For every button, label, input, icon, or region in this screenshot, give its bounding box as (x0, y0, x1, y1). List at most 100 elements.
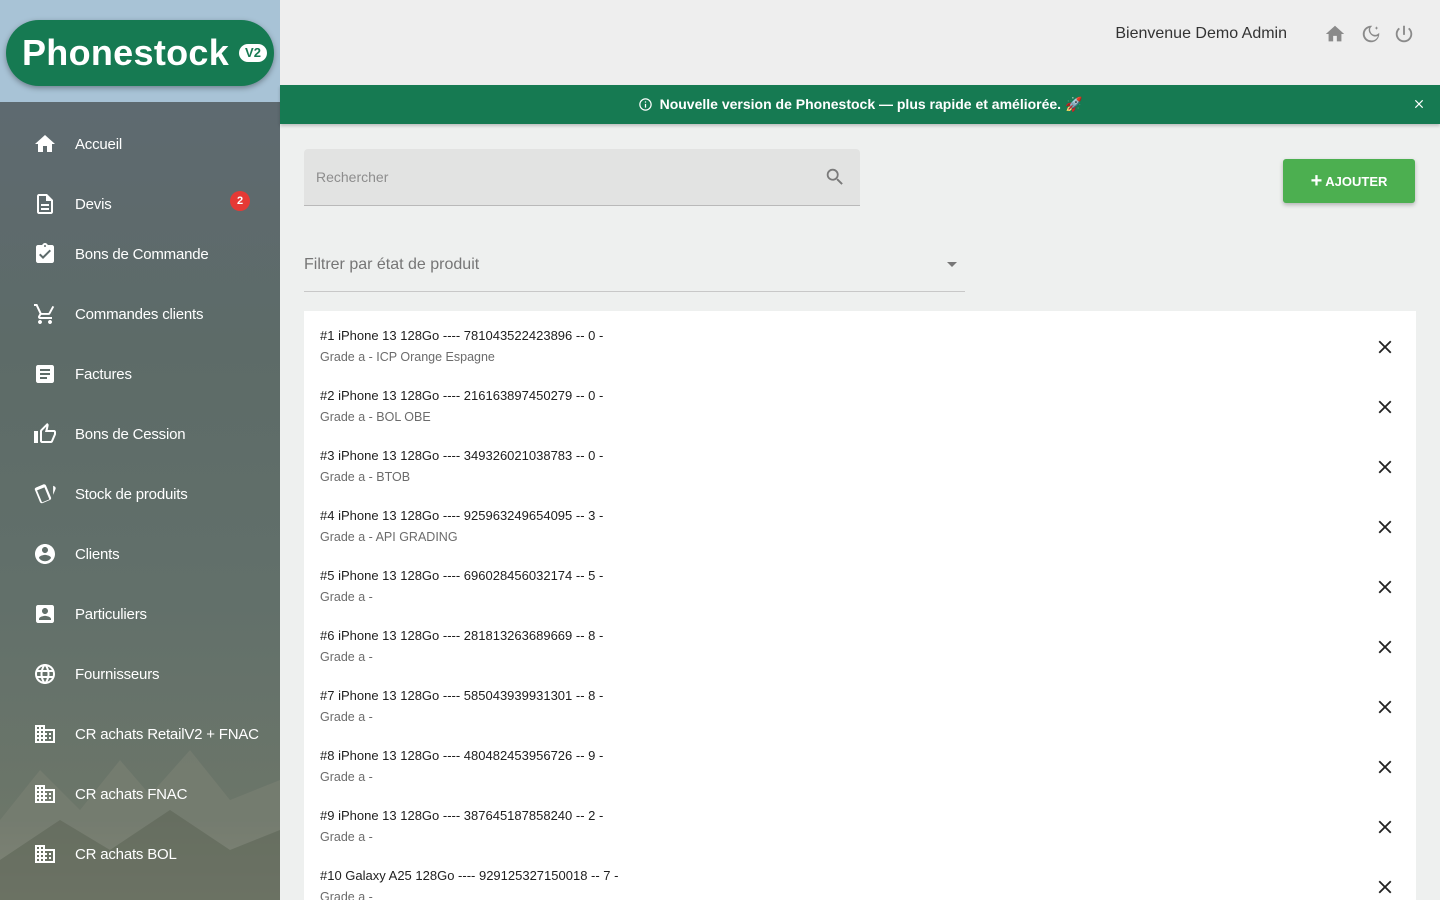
filter-label: Filtrer par état de produit (304, 256, 480, 273)
cards-icon (33, 482, 57, 506)
sidebar-item-cr-achats-retailv2-fnac[interactable]: CR achats RetailV2 + FNAC (0, 709, 280, 759)
sidebar-item-label: Particuliers (75, 605, 147, 623)
thumb-up-icon (33, 422, 57, 446)
delete-icon[interactable] (1374, 636, 1396, 658)
list-item[interactable]: #9 iPhone 13 128Go ---- 387645187858240 … (304, 791, 1416, 851)
delete-icon[interactable] (1374, 396, 1396, 418)
list-item[interactable]: #10 Galaxy A25 128Go ---- 92912532715001… (304, 851, 1416, 900)
list-item[interactable]: #6 iPhone 13 128Go ---- 281813263689669 … (304, 611, 1416, 671)
product-title: #10 Galaxy A25 128Go ---- 92912532715001… (320, 868, 619, 883)
chevron-down-icon (947, 262, 957, 267)
sidebar: Phonestock V2 Accueil Devis Bons de Comm… (0, 0, 280, 900)
cart-icon (33, 302, 57, 326)
sidebar-item-label: CR achats BOL (75, 845, 177, 863)
logo-text: Phonestock (22, 32, 230, 73)
sidebar-item-label: Fournisseurs (75, 665, 160, 683)
sidebar-item-commandes-clients[interactable]: Commandes clients (0, 289, 280, 339)
plus-icon: + (1310, 170, 1323, 192)
sidebar-item-fournisseurs[interactable]: Fournisseurs (0, 649, 280, 699)
sidebar-item-label: Factures (75, 365, 132, 383)
delete-icon[interactable] (1374, 456, 1396, 478)
product-subtitle: Grade a - BOL OBE (320, 410, 431, 424)
search-input[interactable] (316, 165, 796, 189)
delete-icon[interactable] (1374, 336, 1396, 358)
sidebar-item-label: Accueil (75, 135, 122, 153)
sidebar-item-clients[interactable]: Clients (0, 529, 280, 579)
add-button[interactable]: + AJOUTER (1283, 159, 1415, 203)
sidebar-item-label: Bons de Cession (75, 425, 186, 443)
top-bar: Bienvenue Demo Admin (280, 0, 1440, 85)
sidebar-item-label: CR achats RetailV2 + FNAC (75, 725, 259, 743)
sidebar-item-cr-achats-bol[interactable]: CR achats BOL (0, 829, 280, 879)
search-icon[interactable] (824, 166, 846, 188)
product-title: #2 iPhone 13 128Go ---- 216163897450279 … (320, 388, 604, 403)
delete-icon[interactable] (1374, 516, 1396, 538)
sidebar-item-label: Stock de produits (75, 485, 188, 503)
product-subtitle: Grade a - (320, 650, 373, 664)
search-field (304, 149, 860, 206)
logo-area: Phonestock V2 (0, 0, 280, 102)
welcome-text: Bienvenue Demo Admin (1115, 25, 1287, 42)
delete-icon[interactable] (1374, 876, 1396, 898)
list-item[interactable]: #8 iPhone 13 128Go ---- 480482453956726 … (304, 731, 1416, 791)
list-item[interactable]: #3 iPhone 13 128Go ---- 349326021038783 … (304, 431, 1416, 491)
building-icon (33, 842, 57, 866)
list-item[interactable]: #4 iPhone 13 128Go ---- 925963249654095 … (304, 491, 1416, 551)
sidebar-item-label: Bons de Commande (75, 245, 209, 263)
contact-card-icon (33, 602, 57, 626)
product-subtitle: Grade a - (320, 590, 373, 604)
product-subtitle: Grade a - (320, 710, 373, 724)
sidebar-item-stock-de-produits[interactable]: Stock de produits (0, 469, 280, 519)
sidebar-item-label: CR achats FNAC (75, 785, 188, 803)
sidebar-item-bons-de-cession[interactable]: Bons de Cession (0, 409, 280, 459)
home-icon[interactable] (1324, 23, 1346, 45)
list-item[interactable]: #5 iPhone 13 128Go ---- 696028456032174 … (304, 551, 1416, 611)
list-item[interactable]: #2 iPhone 13 128Go ---- 216163897450279 … (304, 371, 1416, 431)
state-filter-select[interactable]: Filtrer par état de produit (304, 240, 965, 292)
product-title: #9 iPhone 13 128Go ---- 387645187858240 … (320, 808, 604, 823)
document-icon (33, 192, 57, 216)
orders-count-badge: 2 (230, 191, 250, 211)
close-icon[interactable] (1412, 97, 1426, 111)
product-subtitle: Grade a - (320, 890, 373, 900)
power-icon[interactable] (1393, 23, 1415, 45)
product-title: #6 iPhone 13 128Go ---- 281813263689669 … (320, 628, 604, 643)
sidebar-item-label: Devis (75, 195, 112, 213)
sidebar-item-label: Commandes clients (75, 305, 204, 323)
product-subtitle: Grade a - API GRADING (320, 530, 458, 544)
dark-mode-icon[interactable] (1360, 23, 1382, 45)
version-badge: V2 (239, 44, 267, 62)
add-button-label: AJOUTER (1325, 173, 1388, 189)
product-title: #8 iPhone 13 128Go ---- 480482453956726 … (320, 748, 604, 763)
sidebar-item-label: Clients (75, 545, 120, 563)
product-title: #5 iPhone 13 128Go ---- 696028456032174 … (320, 568, 604, 583)
delete-icon[interactable] (1374, 816, 1396, 838)
product-title: #4 iPhone 13 128Go ---- 925963249654095 … (320, 508, 604, 523)
announcement-banner: Nouvelle version de Phonestock — plus ra… (280, 85, 1440, 124)
delete-icon[interactable] (1374, 696, 1396, 718)
list-item[interactable]: #7 iPhone 13 128Go ---- 585043939931301 … (304, 671, 1416, 731)
product-subtitle: Grade a - BTOB (320, 470, 411, 484)
logo[interactable]: Phonestock V2 (6, 20, 274, 86)
list-item[interactable]: #1 iPhone 13 128Go ---- 781043522423896 … (304, 311, 1416, 371)
product-title: #3 iPhone 13 128Go ---- 349326021038783 … (320, 448, 604, 463)
sidebar-item-accueil[interactable]: Accueil (0, 119, 280, 169)
delete-icon[interactable] (1374, 576, 1396, 598)
product-list: #1 iPhone 13 128Go ---- 781043522423896 … (304, 311, 1416, 900)
globe-icon (33, 662, 57, 686)
product-title: #1 iPhone 13 128Go ---- 781043522423896 … (320, 328, 604, 343)
sidebar-item-bons-de-commande[interactable]: Bons de Commande (0, 229, 280, 279)
building-icon (33, 782, 57, 806)
product-subtitle: Grade a - ICP Orange Espagne (320, 350, 495, 364)
invoice-icon (33, 362, 57, 386)
product-title: #7 iPhone 13 128Go ---- 585043939931301 … (320, 688, 604, 703)
delete-icon[interactable] (1374, 756, 1396, 778)
info-icon (638, 98, 652, 111)
account-circle-icon (33, 542, 57, 566)
home-icon (33, 132, 57, 156)
sidebar-item-factures[interactable]: Factures (0, 349, 280, 399)
sidebar-item-particuliers[interactable]: Particuliers (0, 589, 280, 639)
banner-content: Nouvelle version de Phonestock — plus ra… (638, 96, 1082, 113)
product-subtitle: Grade a - (320, 770, 373, 784)
sidebar-item-cr-achats-fnac[interactable]: CR achats FNAC (0, 769, 280, 819)
